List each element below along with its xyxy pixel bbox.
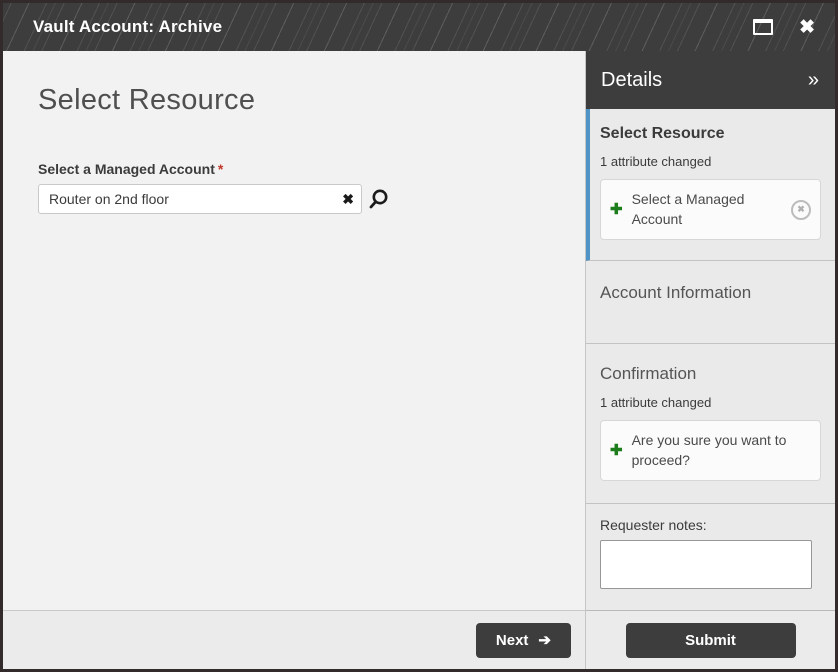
submit-button[interactable]: Submit [626,623,796,658]
plus-icon: ✚ [610,202,623,217]
dialog-title: Vault Account: Archive [33,17,753,37]
confirmation-change-card: ✚ Are you sure you want to proceed? [600,420,821,481]
managed-account-label: Select a Managed Account* [38,161,555,177]
details-header: Details » [586,51,835,109]
details-title: Details [601,69,662,92]
select-resource-attr-status: 1 attribute changed [600,154,821,169]
titlebar-actions: ✖ [753,18,815,37]
managed-account-label-text: Select a Managed Account [38,161,215,177]
account-information-step-title: Account Information [600,283,821,303]
sidebar-section-account-information[interactable]: Account Information [586,261,835,344]
sidebar-footer: Submit [586,610,835,669]
clear-input-icon[interactable]: ✖ [342,192,354,206]
confirmation-step-title: Confirmation [600,364,821,384]
remove-change-icon[interactable]: ✖ [791,200,811,220]
next-button-label: Next [496,632,529,649]
managed-account-input-row: ✖ [38,184,555,214]
select-resource-change-label: Select a Managed Account [632,190,785,229]
requester-notes-section: Requester notes: [586,504,835,610]
submit-button-label: Submit [685,632,736,649]
requester-notes-textarea[interactable] [600,540,812,589]
dialog-body: Select Resource Select a Managed Account… [3,51,835,669]
maximize-icon[interactable] [753,19,773,35]
page-title: Select Resource [38,84,555,117]
vault-account-archive-dialog: Vault Account: Archive ✖ Select Resource… [0,0,838,672]
sidebar-section-confirmation[interactable]: Confirmation 1 attribute changed ✚ Are y… [586,344,835,504]
select-resource-change-card: ✚ Select a Managed Account ✖ [600,179,821,240]
close-icon[interactable]: ✖ [799,18,815,37]
confirmation-change-label: Are you sure you want to proceed? [632,431,805,470]
requester-notes-label: Requester notes: [600,517,821,533]
sidebar-section-select-resource[interactable]: Select Resource 1 attribute changed ✚ Se… [586,109,835,261]
select-resource-step-title: Select Resource [600,125,821,143]
next-button[interactable]: Next ➔ [476,623,571,658]
managed-account-field: Select a Managed Account* ✖ [38,161,555,214]
plus-icon: ✚ [610,443,623,458]
details-sidebar: Details » Select Resource 1 attribute ch… [585,51,835,669]
confirmation-attr-status: 1 attribute changed [600,395,821,410]
managed-account-input[interactable] [38,184,362,214]
search-icon[interactable] [367,187,391,211]
arrow-right-icon: ➔ [538,633,551,648]
remove-change-x: ✖ [797,205,805,214]
required-asterisk: * [218,161,223,177]
managed-account-input-wrap: ✖ [38,184,362,214]
main-footer: Next ➔ [3,610,585,669]
main-content: Select Resource Select a Managed Account… [3,51,585,610]
main-panel: Select Resource Select a Managed Account… [3,51,585,669]
chevron-double-right-icon[interactable]: » [808,70,819,90]
dialog-titlebar: Vault Account: Archive ✖ [3,3,835,51]
